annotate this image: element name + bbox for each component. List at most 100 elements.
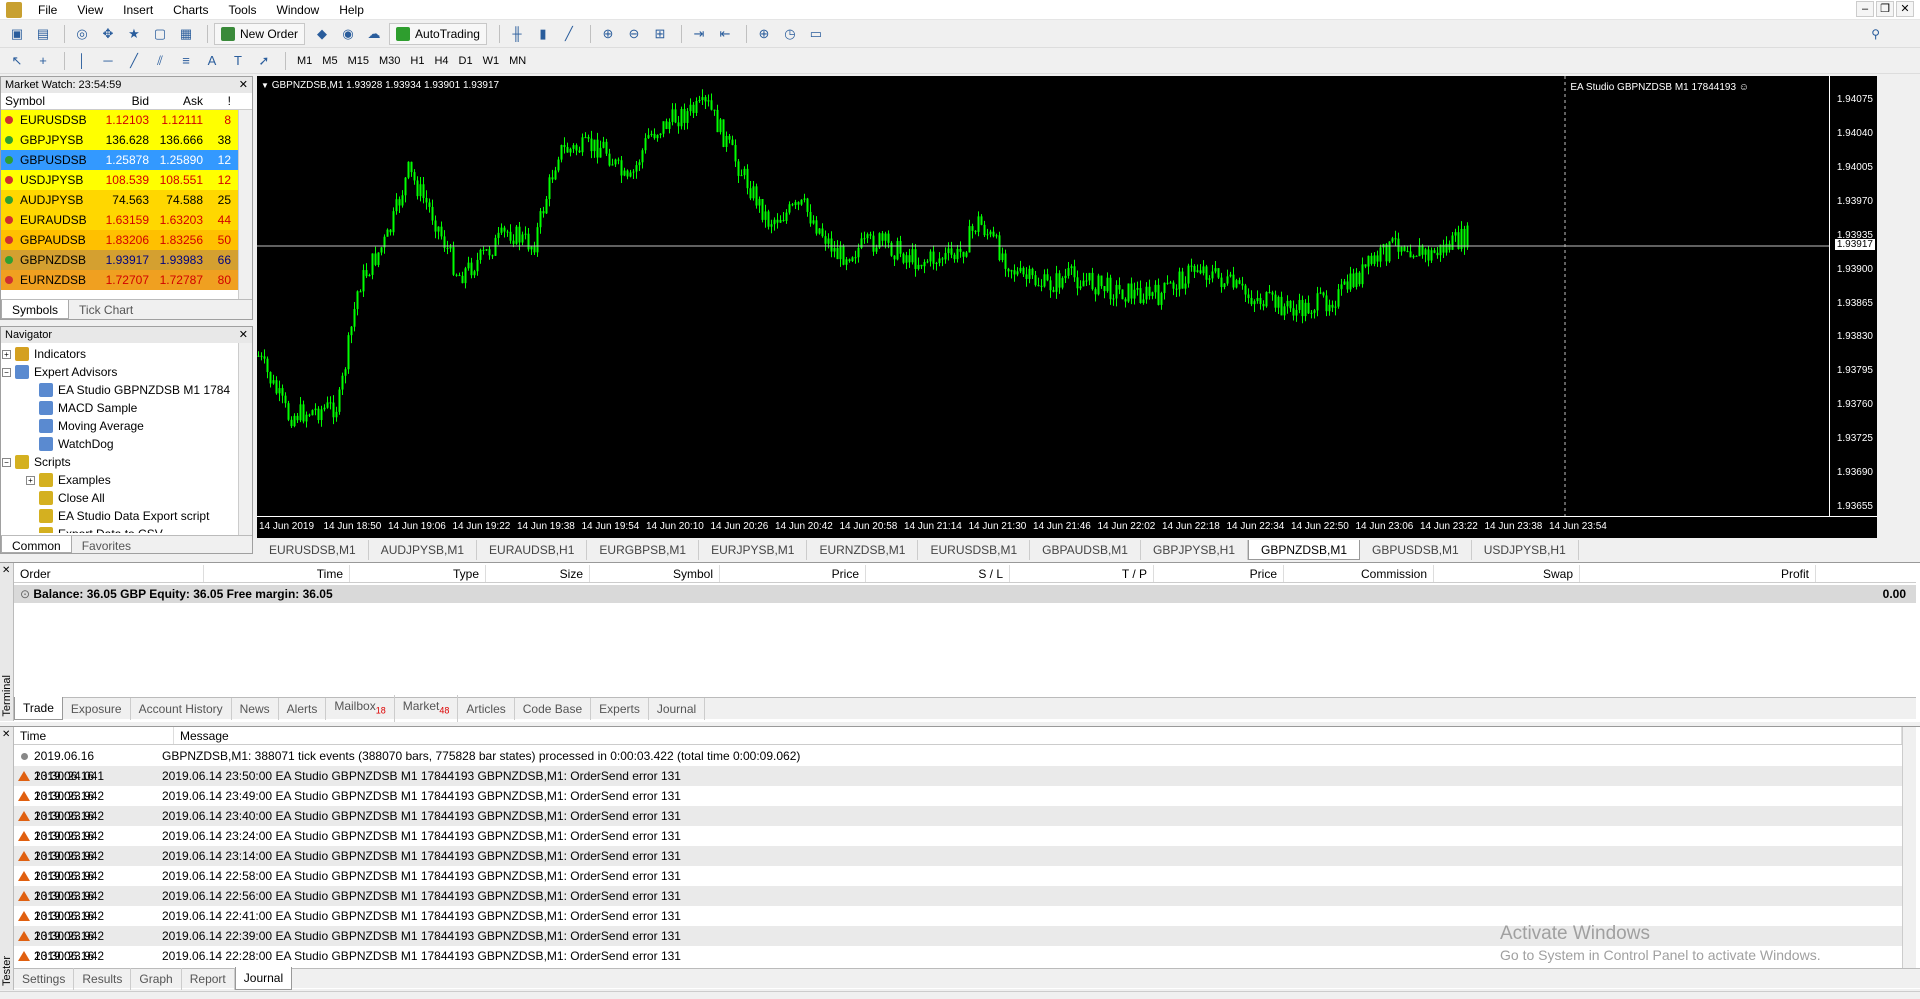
- close-icon[interactable]: ✕: [2, 729, 10, 740]
- periods-icon[interactable]: ◷: [779, 24, 801, 44]
- terminal-tab[interactable]: Mailbox18: [326, 695, 395, 722]
- chart-tab[interactable]: EURUSDSB,M1: [257, 540, 369, 560]
- journal-row[interactable]: 2019.06.16 13:30:24.041 GBPNZDSB,M1: 3880…: [14, 746, 1902, 783]
- chart-tab[interactable]: EURAUDSB,H1: [477, 540, 588, 560]
- market-watch-row[interactable]: GBPAUDSB 1.83206 1.83256 50: [1, 230, 252, 250]
- terminal-tab[interactable]: Exposure: [63, 697, 131, 720]
- terminal-side-label[interactable]: Terminal: [0, 563, 14, 721]
- market-watch-row[interactable]: GBPUSDSB 1.25878 1.25890 12: [1, 150, 252, 170]
- market-watch-row[interactable]: GBPJPYSB 136.628 136.666 38: [1, 130, 252, 150]
- tester-tab[interactable]: Graph: [131, 967, 182, 990]
- profiles-icon[interactable]: ▤: [32, 24, 54, 44]
- navigator-item[interactable]: Export Data to CSV: [1, 525, 252, 533]
- expand-toggle-icon[interactable]: −: [2, 367, 11, 377]
- horizontal-line-icon[interactable]: ─: [97, 51, 119, 71]
- journal-row[interactable]: 2019.06.16 13:30:23.942 2019.06.14 23:24:…: [14, 826, 1902, 863]
- chart-canvas[interactable]: [257, 76, 1877, 538]
- chart-tab[interactable]: EURGBPSB,M1: [587, 540, 700, 560]
- tab-symbols[interactable]: Symbols: [1, 300, 70, 319]
- menu-file[interactable]: File: [28, 0, 67, 20]
- market-watch-row[interactable]: GBPNZDSB 1.93917 1.93983 66: [1, 250, 252, 270]
- market-watch-icon[interactable]: ◎: [71, 24, 93, 44]
- zoom-out-icon[interactable]: ⊖: [623, 24, 645, 44]
- balance-row[interactable]: ⊙ Balance: 36.05 GBP Equity: 36.05 Free …: [14, 585, 1916, 603]
- close-icon[interactable]: ✕: [239, 327, 248, 343]
- terminal-tab[interactable]: Trade: [14, 697, 63, 720]
- chart-tab[interactable]: GBPUSDSB,M1: [1360, 540, 1472, 560]
- market-watch-scrollbar[interactable]: [238, 110, 252, 299]
- navigator-item[interactable]: − Expert Advisors: [1, 363, 252, 381]
- timeframe-m30[interactable]: M30: [374, 55, 405, 67]
- data-window-icon[interactable]: ✥: [97, 24, 119, 44]
- navigator-item[interactable]: − Scripts: [1, 453, 252, 471]
- terminal-tab[interactable]: Market48: [395, 695, 459, 722]
- orders-column[interactable]: Swap: [1434, 565, 1580, 582]
- new-order-button[interactable]: New Order: [214, 22, 306, 45]
- column-spread[interactable]: !: [207, 93, 235, 110]
- menu-window[interactable]: Window: [267, 0, 330, 20]
- journal-row[interactable]: 2019.06.16 13:30:23.942 2019.06.14 23:40:…: [14, 806, 1902, 843]
- close-icon[interactable]: ✕: [2, 565, 10, 576]
- orders-column[interactable]: Type: [350, 565, 486, 582]
- timeframe-m5[interactable]: M5: [317, 55, 342, 67]
- restore-button[interactable]: ❐: [1876, 1, 1894, 17]
- column-message[interactable]: Message: [174, 727, 1902, 744]
- text-label-icon[interactable]: T: [227, 51, 249, 71]
- timeframe-m1[interactable]: M1: [292, 55, 317, 67]
- channel-icon[interactable]: ⫽: [149, 51, 171, 71]
- column-bid[interactable]: Bid: [93, 93, 153, 110]
- market-watch-row[interactable]: EURNZDSB 1.72707 1.72787 80: [1, 270, 252, 290]
- navigator-item[interactable]: WatchDog: [1, 435, 252, 453]
- vps-icon[interactable]: ☁: [363, 24, 385, 44]
- metaeditor-icon[interactable]: ◆: [311, 24, 333, 44]
- chart-tab[interactable]: EURJPYSB,M1: [699, 540, 808, 560]
- chart-tab[interactable]: EURUSDSB,M1: [918, 540, 1031, 560]
- journal-row[interactable]: 2019.06.16 13:30:23.942 2019.06.14 22:58:…: [14, 866, 1902, 903]
- navigator-item[interactable]: Close All: [1, 489, 252, 507]
- column-ask[interactable]: Ask: [153, 93, 207, 110]
- orders-column[interactable]: Price: [1154, 565, 1284, 582]
- tester-side-label[interactable]: Tester: [0, 727, 14, 990]
- timeframe-mn[interactable]: MN: [504, 55, 531, 67]
- vertical-line-icon[interactable]: │: [71, 51, 93, 71]
- cursor-icon[interactable]: ↖: [6, 51, 28, 71]
- expand-toggle-icon[interactable]: −: [2, 457, 11, 467]
- timeframe-h1[interactable]: H1: [405, 55, 429, 67]
- navigator-icon[interactable]: ★: [123, 24, 145, 44]
- terminal-tab[interactable]: Experts: [591, 697, 649, 720]
- orders-column[interactable]: Profit: [1580, 565, 1816, 582]
- terminal-tab[interactable]: Articles: [458, 697, 515, 720]
- indicators-icon[interactable]: ⊕: [753, 24, 775, 44]
- price-chart[interactable]: ▼ GBPNZDSB,M1 1.93928 1.93934 1.93901 1.…: [257, 76, 1877, 538]
- menu-insert[interactable]: Insert: [113, 0, 163, 20]
- candlestick-icon[interactable]: ▮: [532, 24, 554, 44]
- orders-column[interactable]: Order: [14, 565, 204, 582]
- journal-row[interactable]: 2019.06.16 13:30:23.942 2019.06.14 23:50:…: [14, 766, 1902, 803]
- journal-scrollbar[interactable]: [1902, 727, 1916, 968]
- terminal-icon[interactable]: ▢: [149, 24, 171, 44]
- journal-row[interactable]: 2019.06.16 13:30:23.942 2019.06.14 22:56:…: [14, 886, 1902, 923]
- templates-icon[interactable]: ▭: [805, 24, 827, 44]
- navigator-item[interactable]: Moving Average: [1, 417, 252, 435]
- journal-row[interactable]: 2019.06.16 13:30:23.942 2019.06.14 23:49:…: [14, 786, 1902, 823]
- navigator-item[interactable]: EA Studio GBPNZDSB M1 1784: [1, 381, 252, 399]
- menu-view[interactable]: View: [67, 0, 113, 20]
- tester-tab[interactable]: Report: [182, 967, 235, 990]
- autoscroll-icon[interactable]: ⇥: [688, 24, 710, 44]
- tester-tab[interactable]: Results: [74, 967, 132, 990]
- chart-tab[interactable]: GBPAUDSB,M1: [1030, 540, 1141, 560]
- chart-tab[interactable]: GBPNZDSB,M1: [1248, 540, 1361, 560]
- expand-toggle-icon[interactable]: +: [26, 475, 35, 485]
- orders-column[interactable]: Price: [720, 565, 866, 582]
- tab-favorites[interactable]: Favorites: [72, 536, 141, 553]
- menu-charts[interactable]: Charts: [163, 0, 218, 20]
- orders-column[interactable]: Size: [486, 565, 590, 582]
- expand-toggle-icon[interactable]: +: [2, 349, 11, 359]
- tester-icon[interactable]: ▦: [175, 24, 197, 44]
- menu-tools[interactable]: Tools: [219, 0, 267, 20]
- chart-tab[interactable]: EURNZDSB,M1: [807, 540, 919, 560]
- bar-chart-icon[interactable]: ╫: [506, 24, 528, 44]
- navigator-item[interactable]: MACD Sample: [1, 399, 252, 417]
- orders-column[interactable]: Commission: [1284, 565, 1434, 582]
- orders-column[interactable]: Time: [204, 565, 350, 582]
